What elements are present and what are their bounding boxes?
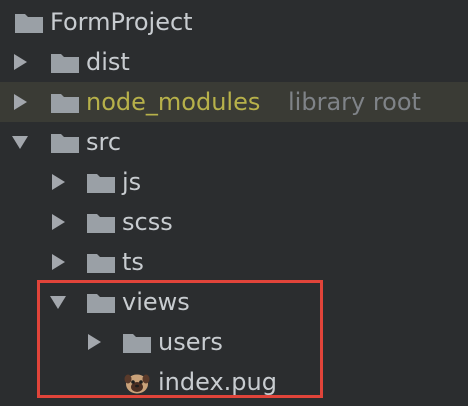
tree-item-label: ts <box>122 248 144 276</box>
tree-item-src[interactable]: src <box>0 122 468 162</box>
folder-icon <box>15 14 43 33</box>
folder-icon <box>87 214 115 233</box>
folder-icon <box>87 174 115 193</box>
tree-item-label: node_modules <box>86 88 261 116</box>
tree-item-label: src <box>86 128 122 156</box>
tree-item-label: FormProject <box>50 8 193 36</box>
tree-item-node-modules[interactable]: node_modules library root <box>0 82 468 122</box>
library-root-hint: library root <box>288 88 421 116</box>
chevron-right-icon[interactable] <box>52 174 65 190</box>
highlight-annotation-box <box>37 280 323 398</box>
chevron-right-icon[interactable] <box>52 214 65 230</box>
tree-item-ts[interactable]: ts <box>0 242 468 282</box>
chevron-right-icon[interactable] <box>52 254 65 270</box>
tree-item-dist[interactable]: dist <box>0 42 468 82</box>
chevron-right-icon[interactable] <box>14 94 27 110</box>
project-tree: FormProject dist node_modules library ro… <box>0 0 468 406</box>
chevron-right-icon[interactable] <box>14 54 27 70</box>
tree-item-js[interactable]: js <box>0 162 468 202</box>
folder-icon <box>51 94 79 113</box>
folder-icon <box>51 134 79 153</box>
chevron-down-icon[interactable] <box>12 136 28 149</box>
tree-item-formproject[interactable]: FormProject <box>0 2 468 42</box>
folder-icon <box>51 54 79 73</box>
tree-item-label: scss <box>122 208 173 236</box>
folder-icon <box>87 254 115 273</box>
tree-item-label: dist <box>86 48 130 76</box>
tree-item-scss[interactable]: scss <box>0 202 468 242</box>
tree-item-label: js <box>122 168 142 196</box>
